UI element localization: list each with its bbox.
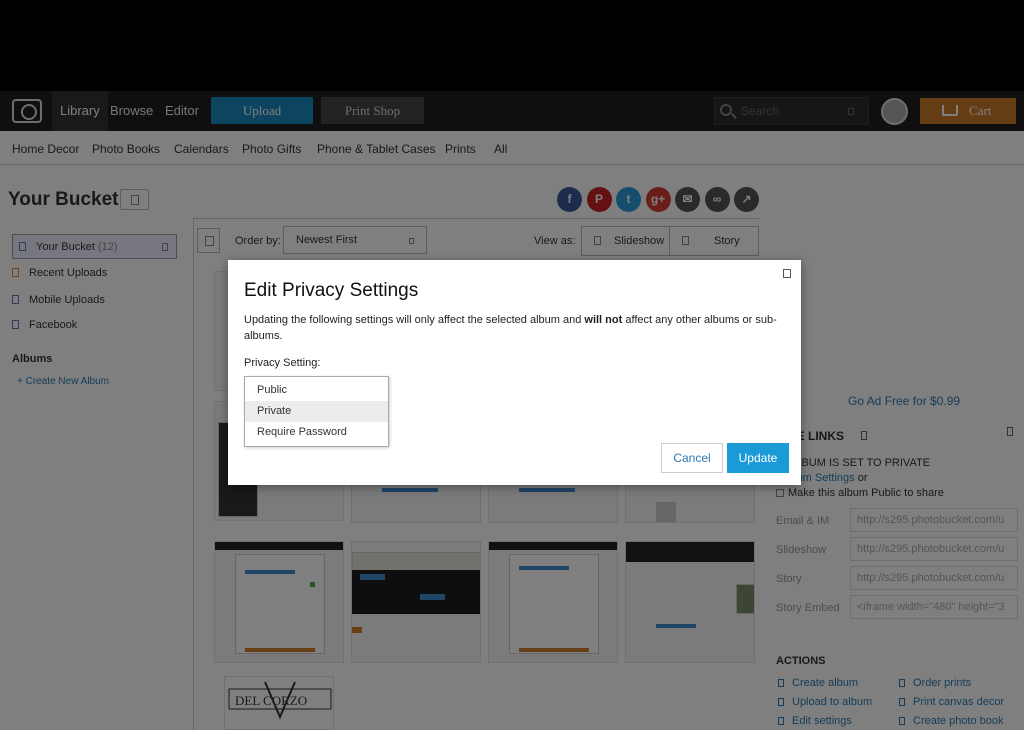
- privacy-option-public[interactable]: Public: [245, 380, 388, 401]
- modal-description: Updating the following settings will onl…: [244, 312, 789, 344]
- privacy-option-require-password[interactable]: Require Password: [245, 422, 388, 443]
- update-button[interactable]: Update: [727, 443, 789, 473]
- privacy-setting-label: Privacy Setting:: [244, 357, 321, 369]
- privacy-setting-dropdown[interactable]: Public Private Require Password: [244, 376, 389, 447]
- cancel-button[interactable]: Cancel: [661, 443, 723, 473]
- privacy-settings-modal: Edit Privacy Settings Updating the follo…: [228, 260, 801, 485]
- modal-title: Edit Privacy Settings: [244, 280, 419, 301]
- close-icon[interactable]: [783, 269, 791, 278]
- privacy-option-private[interactable]: Private: [245, 401, 388, 422]
- modal-desc-before: Updating the following settings will onl…: [244, 314, 585, 326]
- modal-desc-bold: will not: [584, 314, 623, 326]
